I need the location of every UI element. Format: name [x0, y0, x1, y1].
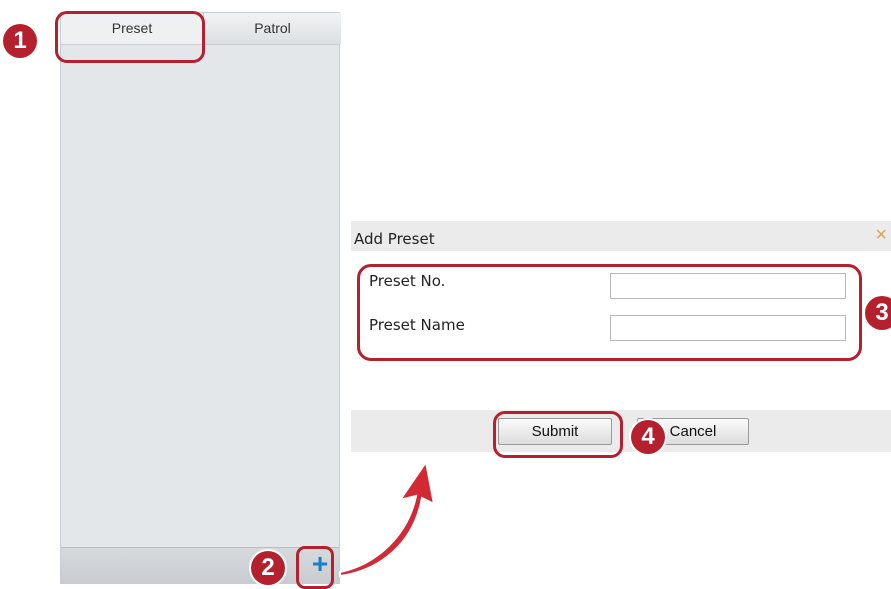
tab-patrol[interactable]: Patrol [203, 13, 341, 44]
preset-panel: Preset Patrol + [60, 12, 341, 584]
step-badge-2: 2 [251, 551, 285, 585]
close-icon[interactable]: × [875, 225, 887, 245]
preset-name-label: Preset Name [369, 316, 465, 334]
dialog-footer: Submit Cancel [351, 410, 891, 452]
panel-tabs: Preset Patrol [61, 13, 341, 45]
tab-preset[interactable]: Preset [61, 13, 203, 44]
dialog-header: Add Preset × [351, 221, 891, 251]
panel-footer: + [61, 547, 339, 583]
curved-arrow-icon [339, 460, 436, 578]
preset-no-input[interactable] [610, 273, 846, 299]
submit-button[interactable]: Submit [498, 418, 612, 445]
step-badge-3: 3 [865, 296, 891, 330]
step-badge-4: 4 [631, 420, 665, 454]
add-preset-dialog: Add Preset × Preset No. Preset Name Subm… [351, 221, 891, 452]
preset-no-label: Preset No. [369, 272, 446, 290]
step-badge-1: 1 [3, 24, 37, 58]
preset-name-input[interactable] [610, 315, 846, 341]
dialog-title: Add Preset [354, 230, 435, 248]
